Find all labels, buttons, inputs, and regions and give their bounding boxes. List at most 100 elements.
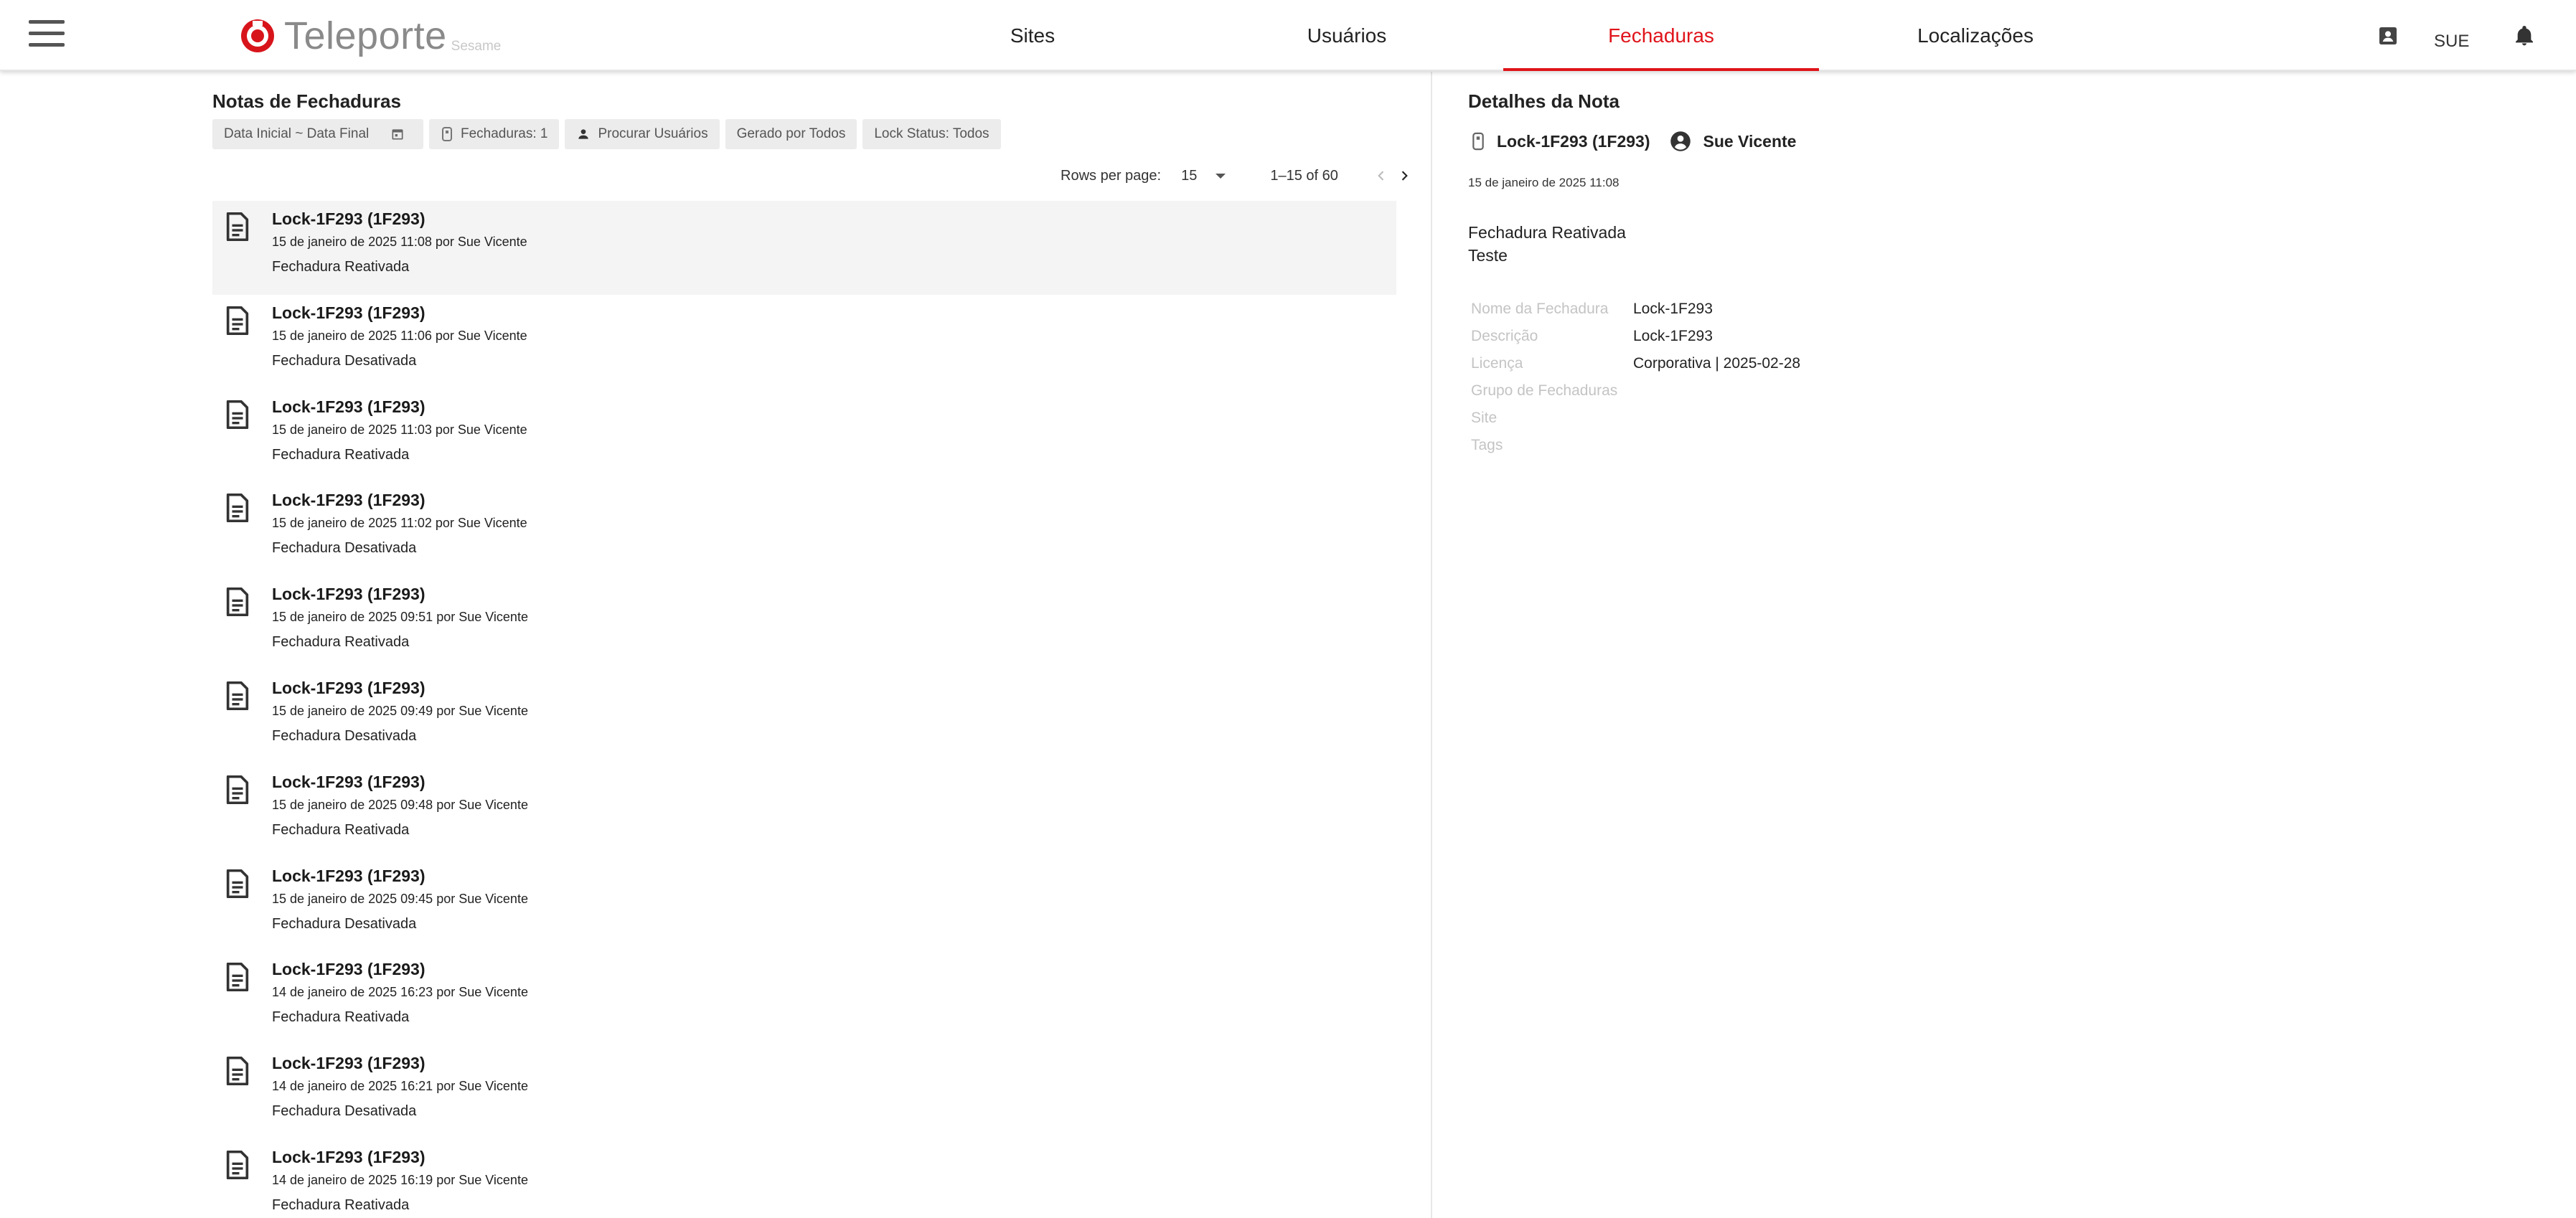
note-details-panel: Detalhes da Nota Lock-1F293 (1F293) Sue …: [1434, 72, 2576, 1218]
note-status: Fechadura Desativada: [272, 727, 417, 744]
page-title: Notas de Fechaduras: [212, 90, 401, 112]
tab-usuarios[interactable]: Usuários: [1189, 0, 1505, 71]
property-label: Site: [1471, 410, 1498, 426]
menu-icon[interactable]: [29, 20, 65, 47]
user-menu[interactable]: SUE: [2434, 32, 2469, 52]
lock-status-filter[interactable]: Lock Status: Todos: [862, 119, 1001, 149]
lock-device-icon: [442, 127, 452, 141]
note-meta: 15 de janeiro de 2025 11:02 por Sue Vice…: [272, 516, 527, 531]
list-item[interactable]: Lock-1F293 (1F293) 15 de janeiro de 2025 …: [212, 858, 1396, 952]
note-title: Lock-1F293 (1F293): [272, 1147, 426, 1166]
person-icon: [578, 129, 589, 139]
property-row: Descrição Lock-1F293: [1471, 323, 1800, 350]
details-lock-name: Lock-1F293 (1F293): [1497, 131, 1650, 151]
users-filter[interactable]: Procurar Usuários: [565, 119, 720, 149]
note-title: Lock-1F293 (1F293): [272, 1054, 426, 1073]
tab-fechaduras[interactable]: Fechaduras: [1503, 0, 1819, 71]
brand-name: Teleporte: [284, 14, 447, 57]
list-item[interactable]: Lock-1F293 (1F293) 14 de janeiro de 2025 …: [212, 1139, 1396, 1218]
pagination: Rows per page: 15 1–15 of 60: [1061, 165, 1413, 187]
account-circle-icon: [1670, 131, 1691, 151]
property-value: Lock-1F293: [1633, 301, 1713, 317]
note-status: Fechadura Reativada: [272, 1009, 410, 1026]
contact-card-icon[interactable]: [2377, 24, 2399, 47]
tab-sites[interactable]: Sites: [875, 0, 1190, 71]
list-item[interactable]: Lock-1F293 (1F293) 15 de janeiro de 2025 …: [212, 576, 1396, 670]
next-page-button[interactable]: [1396, 167, 1413, 184]
previous-page-button[interactable]: [1373, 167, 1390, 184]
note-status: Fechadura Reativada: [272, 259, 410, 275]
note-title: Lock-1F293 (1F293): [272, 303, 426, 322]
property-value: Corporativa | 2025-02-28: [1633, 355, 1801, 372]
brand-subtitle: Sesame: [451, 39, 502, 54]
chevron-right-icon: [1401, 171, 1408, 181]
locks-filter-label: Fechaduras: 1: [461, 126, 548, 141]
note-status: Fechadura Reativada: [272, 821, 410, 838]
document-icon: [226, 1150, 249, 1179]
list-item[interactable]: Lock-1F293 (1F293) 15 de janeiro de 2025 …: [212, 764, 1396, 858]
note-status: Fechadura Desativada: [272, 915, 417, 932]
date-range-filter[interactable]: Data Inicial ~ Data Final: [212, 119, 423, 149]
document-icon: [226, 775, 249, 804]
property-row: Grupo de Fechaduras: [1471, 377, 1800, 405]
details-title: Detalhes da Nota: [1468, 90, 1620, 112]
document-icon: [226, 306, 249, 335]
note-meta: 14 de janeiro de 2025 16:19 por Sue Vice…: [272, 1172, 528, 1187]
note-title: Lock-1F293 (1F293): [272, 960, 426, 979]
note-meta: 15 de janeiro de 2025 11:03 por Sue Vice…: [272, 422, 527, 437]
property-row: Licença Corporativa | 2025-02-28: [1471, 350, 1800, 377]
brand-logo[interactable]: Teleporte Sesame: [240, 14, 501, 57]
list-item[interactable]: Lock-1F293 (1F293) 15 de janeiro de 2025 …: [212, 295, 1396, 389]
note-meta: 15 de janeiro de 2025 11:08 por Sue Vice…: [272, 235, 527, 249]
teleporte-logo-icon: [241, 19, 274, 52]
details-properties: Nome da Fechadura Lock-1F293 Descrição L…: [1471, 296, 1800, 459]
list-item[interactable]: Lock-1F293 (1F293) 14 de janeiro de 2025 …: [212, 1045, 1396, 1139]
details-date: 15 de janeiro de 2025 11:08: [1468, 176, 1620, 189]
chevron-left-icon: [1378, 171, 1384, 181]
details-header: Lock-1F293 (1F293) Sue Vicente: [1471, 131, 1796, 152]
note-meta: 15 de janeiro de 2025 09:49 por Sue Vice…: [272, 703, 528, 718]
note-status: Fechadura Reativada: [272, 634, 410, 651]
details-user: Sue Vicente: [1670, 131, 1796, 152]
list-item[interactable]: Lock-1F293 (1F293) 14 de janeiro de 2025 …: [212, 951, 1396, 1045]
property-label: Grupo de Fechaduras: [1471, 382, 1618, 399]
note-title: Lock-1F293 (1F293): [272, 772, 426, 791]
generated-by-filter[interactable]: Gerado por Todos: [725, 119, 857, 149]
note-title: Lock-1F293 (1F293): [272, 678, 426, 697]
bell-icon[interactable]: [2513, 24, 2536, 47]
list-item[interactable]: Lock-1F293 (1F293) 15 de janeiro de 2025 …: [212, 201, 1396, 295]
document-icon: [226, 400, 249, 429]
lock-device-icon: [1472, 132, 1484, 151]
note-status: Fechadura Desativada: [272, 352, 417, 369]
document-icon: [226, 869, 249, 898]
note-meta: 15 de janeiro de 2025 09:48 por Sue Vice…: [272, 797, 528, 812]
list-item[interactable]: Lock-1F293 (1F293) 15 de janeiro de 2025 …: [212, 389, 1396, 483]
tab-localizacoes[interactable]: Localizações: [1818, 0, 2133, 71]
note-status: Fechadura Desativada: [272, 1103, 417, 1120]
locks-filter[interactable]: Fechaduras: 1: [429, 119, 560, 149]
property-row: Tags: [1471, 432, 1800, 459]
note-meta: 14 de janeiro de 2025 16:21 por Sue Vice…: [272, 1079, 528, 1094]
notes-list: Lock-1F293 (1F293) 15 de janeiro de 2025 …: [212, 201, 1396, 1218]
note-meta: 15 de janeiro de 2025 09:51 por Sue Vice…: [272, 610, 528, 625]
document-icon: [226, 963, 249, 992]
note-title: Lock-1F293 (1F293): [272, 491, 426, 510]
list-item[interactable]: Lock-1F293 (1F293) 15 de janeiro de 2025 …: [212, 670, 1396, 764]
property-row: Nome da Fechadura Lock-1F293: [1471, 296, 1800, 323]
rows-per-page-select[interactable]: 15: [1181, 168, 1226, 184]
property-label: Licença: [1471, 355, 1523, 372]
document-icon: [226, 1057, 249, 1086]
document-icon: [226, 212, 249, 241]
note-status: Fechadura Desativada: [272, 540, 417, 557]
property-label: Tags: [1471, 437, 1503, 453]
property-label: Descrição: [1471, 328, 1538, 344]
note-title: Lock-1F293 (1F293): [272, 585, 426, 604]
document-icon: [226, 494, 249, 523]
note-meta: 14 de janeiro de 2025 16:23 por Sue Vice…: [272, 985, 528, 1000]
notes-panel: Notas de Fechaduras Data Inicial ~ Data …: [0, 72, 1432, 1218]
list-item[interactable]: Lock-1F293 (1F293) 15 de janeiro de 2025 …: [212, 482, 1396, 576]
details-note-line: Teste: [1468, 246, 1508, 265]
date-range-label: Data Inicial ~ Data Final: [224, 126, 370, 141]
details-note-line: Fechadura Reativada: [1468, 223, 1626, 242]
note-title: Lock-1F293 (1F293): [272, 866, 426, 885]
